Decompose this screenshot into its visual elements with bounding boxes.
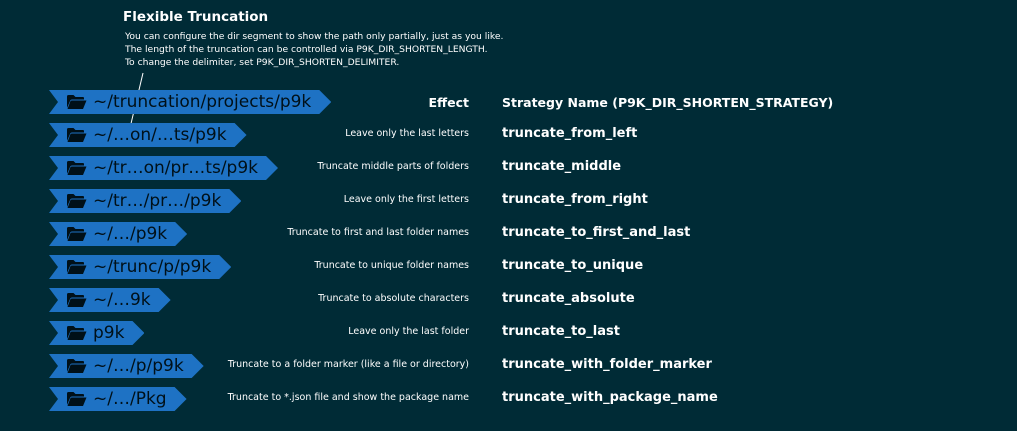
dir-segment: ~/…/p9k <box>49 222 187 246</box>
effect-text: Truncate to a folder marker (like a file… <box>227 359 469 370</box>
dir-segment: ~/trunc/p/p9k <box>49 255 231 279</box>
segment-path: p9k <box>93 322 125 343</box>
folder-open-icon <box>67 359 87 373</box>
dir-segment: ~/tr…on/pr…ts/p9k <box>49 156 278 180</box>
effect-column-header: Effect <box>428 95 469 110</box>
description-line: You can configure the dir segment to sho… <box>125 31 504 42</box>
strategy-name: truncate_with_package_name <box>502 390 718 405</box>
folder-open-icon <box>67 326 87 340</box>
folder-open-icon <box>67 227 87 241</box>
segment-path: ~/…/Pkg <box>93 388 167 409</box>
effect-text: Leave only the last folder <box>348 326 469 337</box>
dir-segment: ~/…/Pkg <box>49 387 187 411</box>
folder-open-icon <box>67 128 87 142</box>
segment-path: ~/…on/…ts/p9k <box>93 124 227 145</box>
effect-text: Truncate to *.json file and show the pac… <box>227 392 469 403</box>
description: You can configure the dir segment to sho… <box>125 30 503 69</box>
folder-open-icon <box>67 260 87 274</box>
strategy-column-header: Strategy Name (P9K_DIR_SHORTEN_STRATEGY) <box>502 95 834 110</box>
description-line: The length of the truncation can be cont… <box>125 44 488 55</box>
strategy-name: truncate_to_first_and_last <box>502 225 691 240</box>
strategy-name: truncate_with_folder_marker <box>502 357 712 372</box>
effect-text: Truncate middle parts of folders <box>317 161 469 172</box>
folder-open-icon <box>67 95 87 109</box>
dir-segment: p9k <box>49 321 144 345</box>
segment-path: ~/trunc/p/p9k <box>93 256 212 277</box>
effect-text: Truncate to absolute characters <box>318 293 469 304</box>
folder-open-icon <box>67 194 87 208</box>
segment-path: ~/truncation/projects/p9k <box>93 91 312 112</box>
segment-path: ~/tr…/pr…/p9k <box>93 190 222 211</box>
dir-segment: ~/tr…/pr…/p9k <box>49 189 241 213</box>
effect-text: Truncate to first and last folder names <box>287 227 469 238</box>
dir-segment: ~/…9k <box>49 288 171 312</box>
segment-path: ~/…9k <box>93 289 151 310</box>
effect-text: Leave only the first letters <box>343 194 469 205</box>
strategy-name: truncate_absolute <box>502 291 635 306</box>
segment-path: ~/…/p9k <box>93 223 168 244</box>
strategy-name: truncate_middle <box>502 159 622 174</box>
strategy-name: truncate_from_left <box>502 126 638 141</box>
dir-segment: ~/…/p/p9k <box>49 354 204 378</box>
segment-path: ~/…/p/p9k <box>93 355 184 376</box>
segment-path: ~/tr…on/pr…ts/p9k <box>93 157 259 178</box>
effect-text: Truncate to unique folder names <box>314 260 469 271</box>
folder-open-icon <box>67 392 87 406</box>
folder-open-icon <box>67 161 87 175</box>
effect-text: Leave only the last letters <box>345 128 469 139</box>
strategy-name: truncate_to_unique <box>502 258 644 273</box>
dir-segment: ~/…on/…ts/p9k <box>49 123 247 147</box>
folder-open-icon <box>67 293 87 307</box>
page-title: Flexible Truncation <box>123 9 269 25</box>
description-line: To change the delimiter, set P9K_DIR_SHO… <box>125 57 400 68</box>
strategy-name: truncate_to_last <box>502 324 620 339</box>
strategy-name: truncate_from_right <box>502 192 648 207</box>
dir-segment: ~/truncation/projects/p9k <box>49 90 331 114</box>
